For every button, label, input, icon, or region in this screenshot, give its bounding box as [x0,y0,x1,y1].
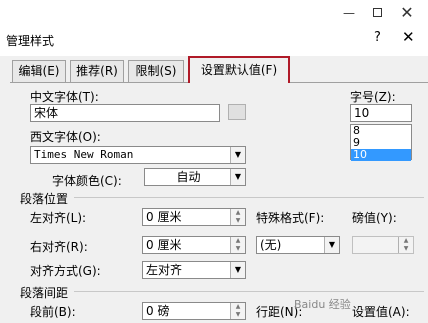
special-format-value: (无) [260,238,282,252]
tab-set-defaults[interactable]: 设置默认值(F) [188,56,290,83]
watermark: Baidu 经验 [294,298,351,311]
tab-restrict[interactable]: 限制(S) [128,60,184,82]
west-font-dropdown-icon[interactable]: ▼ [230,147,245,163]
minimize-button[interactable]: — [336,4,362,22]
paragraph-position-title: 段落位置 [20,192,69,206]
west-font-select[interactable]: Times New Roman [30,146,246,164]
tab-recommend[interactable]: 推荐(R) [70,60,124,82]
font-color-dropdown-icon[interactable]: ▼ [230,169,245,185]
special-format-label: 特殊格式(F): [256,211,325,225]
font-color-value: 自动 [176,170,201,184]
dialog-title: 管理样式 [6,34,55,48]
font-size-label: 字号(Z): [350,90,396,104]
font-color-label: 字体颜色(C): [52,174,122,188]
right-indent-spinner[interactable]: ▲ ▼ [230,237,245,253]
by-value-spinner[interactable]: ▲ ▼ [398,237,413,253]
window-close-button[interactable]: ✕ [394,4,420,22]
font-size-option-selected[interactable]: 10 [351,149,411,161]
left-indent-label: 左对齐(L): [30,211,87,225]
alignment-label: 对齐方式(G): [30,264,101,278]
west-font-value: Times New Roman [34,148,134,161]
maximize-icon [372,8,382,17]
line-value-label: 设置值(A): [352,305,410,319]
cn-font-preview [228,104,246,120]
special-format-dropdown-icon[interactable]: ▼ [324,237,339,253]
by-value-label: 磅值(Y): [352,211,397,225]
maximize-button[interactable] [364,4,390,22]
dialog-close-button[interactable]: ✕ [402,28,415,46]
group-divider [74,291,424,292]
group-divider [74,197,424,198]
alignment-value: 左对齐 [146,263,183,277]
space-before-label: 段前(B): [30,305,76,319]
alignment-dropdown-icon[interactable]: ▼ [230,262,245,278]
paragraph-spacing-title: 段落间距 [20,286,69,300]
font-size-input[interactable]: 10 [350,104,412,122]
left-indent-spinner[interactable]: ▲ ▼ [230,209,245,225]
cn-font-input[interactable]: 宋体 [30,104,220,122]
font-size-option[interactable]: 8 [351,125,411,137]
font-size-list[interactable]: 8 9 10 [350,124,412,161]
space-before-spinner[interactable]: ▲ ▼ [230,303,245,319]
right-indent-label: 右对齐(R): [30,240,88,254]
cn-font-label: 中文字体(T): [30,90,99,104]
tab-edit[interactable]: 编辑(E) [12,60,66,82]
west-font-label: 西文字体(O): [30,130,101,144]
help-button[interactable]: ? [374,30,381,45]
